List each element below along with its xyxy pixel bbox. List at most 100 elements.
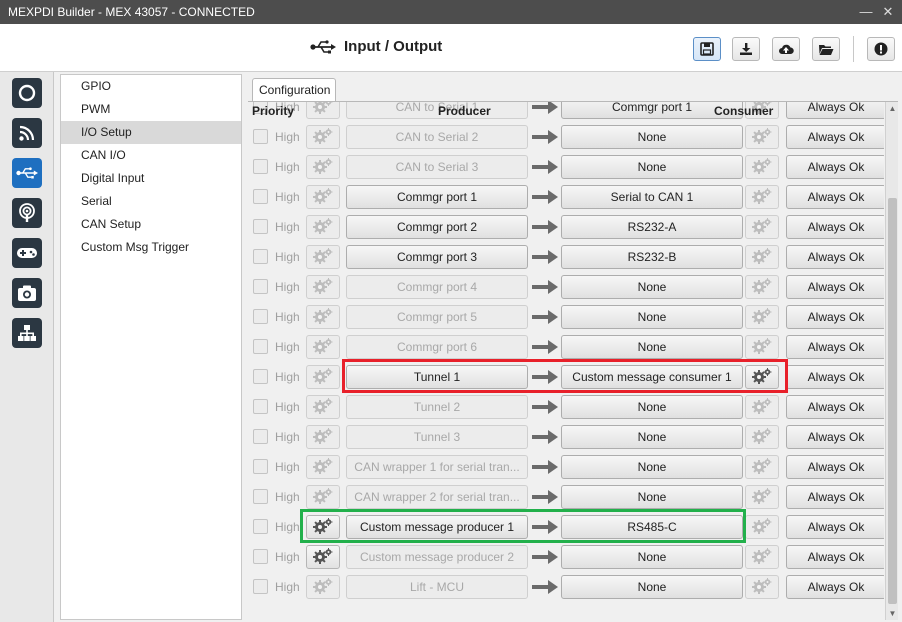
always-ok-button[interactable]: Always Ok [786,365,884,389]
submenu-item-io-setup[interactable]: I/O Setup [61,121,241,144]
consumer-button[interactable]: RS232-B [561,245,743,269]
priority-checkbox[interactable] [253,159,268,174]
always-ok-button[interactable]: Always Ok [786,545,884,569]
close-button[interactable]: ✕ [880,4,896,20]
always-ok-button[interactable]: Always Ok [786,515,884,539]
priority-checkbox[interactable] [253,459,268,474]
producer-button[interactable]: CAN to Serial 2 [346,125,528,149]
consumer-button[interactable]: None [561,155,743,179]
always-ok-button[interactable]: Always Ok [786,395,884,419]
nav-camera[interactable] [12,278,42,308]
nav-power[interactable] [12,78,42,108]
nav-input-output[interactable] [12,158,42,188]
priority-checkbox[interactable] [253,129,268,144]
priority-checkbox[interactable] [253,429,268,444]
consumer-button[interactable]: None [561,335,743,359]
priority-checkbox[interactable] [253,489,268,504]
scroll-down-arrow[interactable]: ▼ [888,609,897,618]
producer-button[interactable]: Commgr port 2 [346,215,528,239]
priority-checkbox[interactable] [253,579,268,594]
producer-button[interactable]: CAN to Serial 1 [346,102,528,119]
consumer-settings-button[interactable] [745,455,779,479]
producer-settings-button[interactable] [306,485,340,509]
open-folder-button[interactable] [812,37,840,61]
producer-settings-button[interactable] [306,275,340,299]
producer-button[interactable]: Tunnel 1 [346,365,528,389]
priority-checkbox[interactable] [253,399,268,414]
always-ok-button[interactable]: Always Ok [786,215,884,239]
always-ok-button[interactable]: Always Ok [786,425,884,449]
always-ok-button[interactable]: Always Ok [786,155,884,179]
consumer-settings-button[interactable] [745,335,779,359]
tab-configuration[interactable]: Configuration [252,78,336,102]
producer-settings-button[interactable] [306,575,340,599]
consumer-button[interactable]: Serial to CAN 1 [561,185,743,209]
producer-settings-button[interactable] [306,365,340,389]
always-ok-button[interactable]: Always Ok [786,185,884,209]
priority-checkbox[interactable] [253,369,268,384]
save-button[interactable] [693,37,721,61]
priority-checkbox[interactable] [253,189,268,204]
producer-button[interactable]: Commgr port 6 [346,335,528,359]
submenu-item-can-setup[interactable]: CAN Setup [61,213,241,236]
producer-settings-button[interactable] [306,425,340,449]
priority-checkbox[interactable] [253,549,268,564]
always-ok-button[interactable]: Always Ok [786,245,884,269]
always-ok-button[interactable]: Always Ok [786,455,884,479]
nav-hierarchy[interactable] [12,318,42,348]
consumer-settings-button[interactable] [745,155,779,179]
producer-button[interactable]: Tunnel 2 [346,395,528,419]
always-ok-button[interactable]: Always Ok [786,485,884,509]
priority-checkbox[interactable] [253,219,268,234]
producer-button[interactable]: Commgr port 4 [346,275,528,299]
consumer-settings-button[interactable] [745,365,779,389]
producer-button[interactable]: CAN wrapper 2 for serial tran... [346,485,528,509]
submenu-item-serial[interactable]: Serial [61,190,241,213]
consumer-settings-button[interactable] [745,485,779,509]
producer-settings-button[interactable] [306,395,340,419]
producer-settings-button[interactable] [306,245,340,269]
consumer-button[interactable]: None [561,575,743,599]
always-ok-button[interactable]: Always Ok [786,575,884,599]
producer-settings-button[interactable] [306,305,340,329]
always-ok-button[interactable]: Always Ok [786,125,884,149]
consumer-settings-button[interactable] [745,545,779,569]
scroll-up-arrow[interactable]: ▲ [888,104,897,113]
consumer-button[interactable]: None [561,545,743,569]
consumer-button[interactable]: Custom message consumer 1 [561,365,743,389]
producer-settings-button[interactable] [306,215,340,239]
priority-checkbox[interactable] [253,309,268,324]
consumer-settings-button[interactable] [745,515,779,539]
consumer-settings-button[interactable] [745,125,779,149]
nav-joystick[interactable] [12,238,42,268]
producer-settings-button[interactable] [306,545,340,569]
submenu-item-can-io[interactable]: CAN I/O [61,144,241,167]
always-ok-button[interactable]: Always Ok [786,305,884,329]
priority-checkbox[interactable] [253,279,268,294]
submenu-item-custom-msg-trigger[interactable]: Custom Msg Trigger [61,236,241,259]
always-ok-button[interactable]: Always Ok [786,102,884,119]
consumer-button[interactable]: RS485-C [561,515,743,539]
consumer-settings-button[interactable] [745,395,779,419]
download-button[interactable] [732,37,760,61]
producer-settings-button[interactable] [306,335,340,359]
producer-settings-button[interactable] [306,102,340,119]
consumer-settings-button[interactable] [745,215,779,239]
consumer-button[interactable]: RS232-A [561,215,743,239]
consumer-settings-button[interactable] [745,425,779,449]
submenu-item-digital-input[interactable]: Digital Input [61,167,241,190]
submenu-item-pwm[interactable]: PWM [61,98,241,121]
producer-button[interactable]: Commgr port 3 [346,245,528,269]
producer-settings-button[interactable] [306,185,340,209]
minimize-button[interactable]: — [858,4,874,20]
producer-button[interactable]: CAN to Serial 3 [346,155,528,179]
consumer-button[interactable]: None [561,125,743,149]
nav-telemetry[interactable] [12,118,42,148]
consumer-settings-button[interactable] [745,185,779,209]
consumer-settings-button[interactable] [745,245,779,269]
info-button[interactable] [867,37,895,61]
scroll-thumb[interactable] [888,198,897,604]
always-ok-button[interactable]: Always Ok [786,275,884,299]
producer-button[interactable]: Commgr port 1 [346,185,528,209]
always-ok-button[interactable]: Always Ok [786,335,884,359]
